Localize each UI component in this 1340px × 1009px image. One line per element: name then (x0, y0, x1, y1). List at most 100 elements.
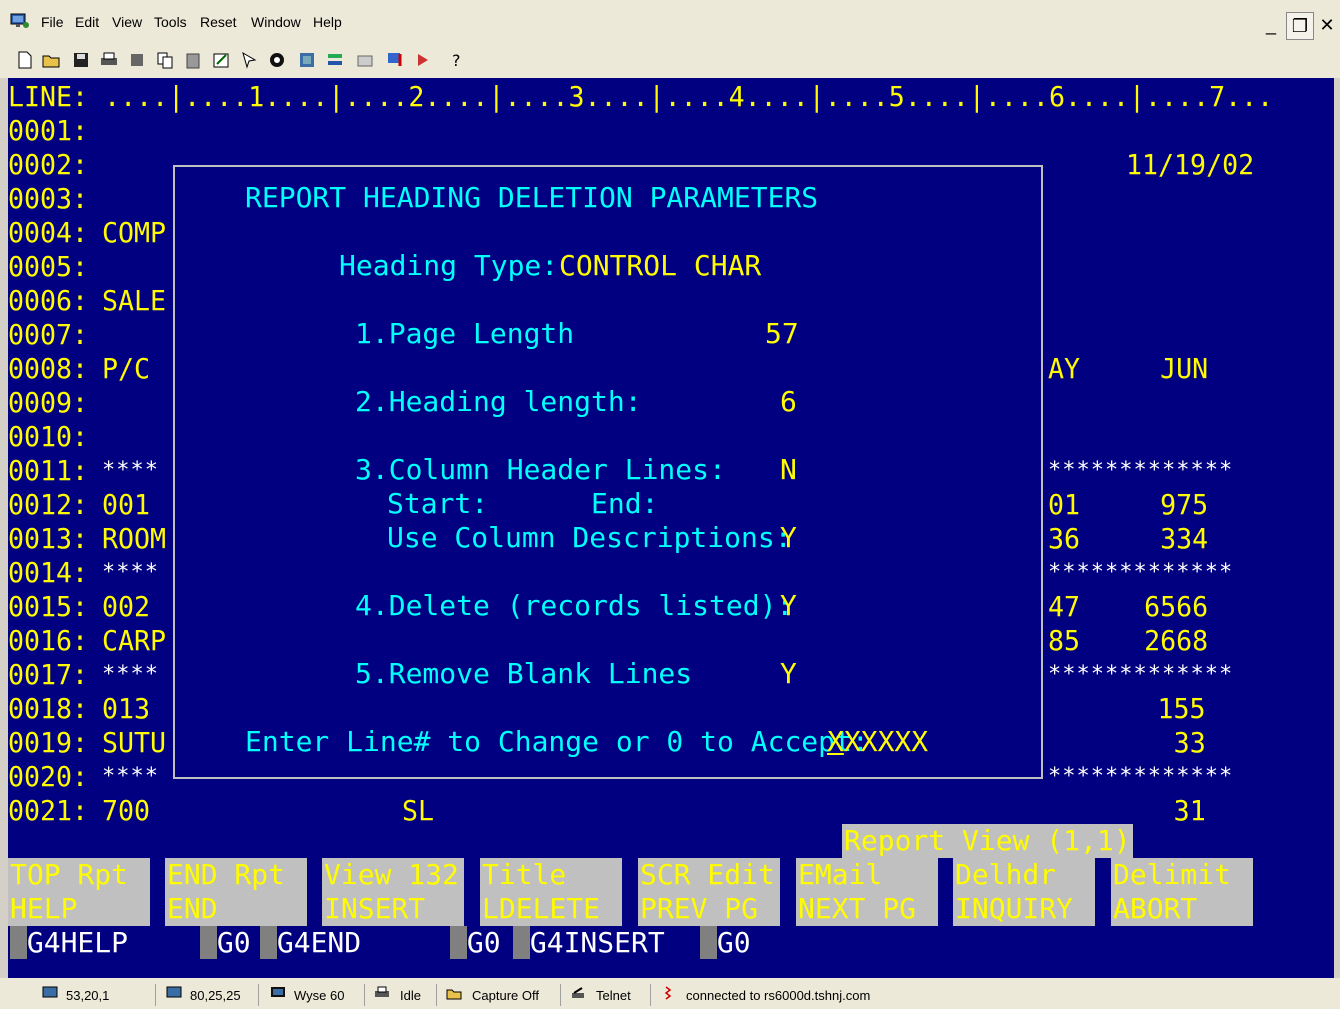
field-label-1[interactable]: 1.Page Length (355, 317, 574, 351)
function-key-top-label: Delhdr (955, 858, 1057, 891)
use-column-descriptions-value[interactable]: Y (780, 521, 797, 555)
line-right-text: 01 975 (1048, 488, 1209, 521)
line-middle-text: SL (402, 794, 435, 827)
run-icon[interactable] (414, 50, 432, 70)
close-button[interactable]: ✕ (1314, 12, 1340, 38)
line-number: 0002: (8, 148, 89, 181)
macro-icon[interactable] (268, 50, 286, 70)
line-right-text: 155 (1157, 692, 1206, 725)
save-icon[interactable] (72, 50, 90, 70)
field-label-3[interactable]: 3.Column Header Lines: (355, 453, 726, 487)
field-label-4[interactable]: 4.Delete (records listed): (355, 589, 793, 623)
line-number-input[interactable]: XXXXXX (827, 725, 928, 759)
start-label: Start: (387, 487, 489, 520)
field-label-2[interactable]: 2.Heading length: (355, 385, 642, 419)
function-key-8[interactable]: Delimit ABORT (1111, 858, 1253, 926)
menu-window[interactable]: Window (251, 14, 301, 30)
line-right-text: AY JUN (1048, 352, 1209, 385)
line-number: 0008: (8, 352, 89, 385)
menu-reset[interactable]: Reset (200, 14, 237, 30)
cursor: X (827, 725, 844, 758)
separator-stars: **** (102, 764, 159, 789)
separator-stars: **** (102, 662, 159, 687)
parameters-dialog: REPORT HEADING DELETION PARAMETERS Headin… (173, 165, 1043, 779)
separator-stars: ************* (1048, 560, 1234, 585)
use-column-descriptions-label: Use Column Descriptions: (387, 521, 792, 554)
key-label: G0 (716, 926, 751, 959)
g0-key[interactable]: G0 (450, 926, 501, 960)
field-label-5[interactable]: 5.Remove Blank Lines (355, 657, 692, 691)
new-icon[interactable] (16, 50, 34, 70)
heading-type-value: CONTROL CHAR (559, 249, 762, 282)
line-right-text: 31 (1173, 794, 1206, 827)
select-icon[interactable] (240, 50, 258, 70)
function-key-2[interactable]: END Rpt END (165, 858, 307, 926)
message-icon[interactable] (386, 50, 404, 70)
menu-view[interactable]: View (112, 14, 142, 30)
open-icon[interactable] (42, 50, 60, 70)
emulation-type: Wyse 60 (294, 988, 345, 1003)
g4insert-key[interactable]: G4INSERT (513, 926, 665, 960)
field-value-5[interactable]: Y (780, 657, 797, 691)
edit-icon[interactable] (212, 50, 230, 70)
line-number: 0015: (8, 590, 89, 623)
line-right-text: 47 6566 (1048, 590, 1209, 623)
line-number: 0013: (8, 522, 89, 555)
function-key-4[interactable]: Title LDELETE (480, 858, 622, 926)
key-label: G0 (216, 926, 251, 959)
copy-icon[interactable] (156, 50, 174, 70)
help-icon[interactable]: ? (448, 50, 466, 70)
function-key-top-label: TOP Rpt (10, 858, 129, 891)
field-value-2[interactable]: 6 (780, 385, 797, 419)
field-value-1[interactable]: 57 (765, 317, 799, 351)
function-key-bottom-label: INQUIRY (955, 892, 1074, 925)
field-value-3[interactable]: N (780, 453, 797, 487)
line-number: 0016: (8, 624, 89, 657)
function-key-bottom-label: INSERT (324, 892, 426, 925)
line-number: 0001: (8, 114, 89, 147)
connect-icon[interactable] (298, 50, 316, 70)
line-number: 0006: (8, 284, 89, 317)
line-left-text: SUTU (102, 726, 167, 759)
keyboard-icon[interactable] (356, 50, 374, 70)
line-left-text: CARP (102, 624, 167, 657)
function-key-top-label: Delimit (1113, 858, 1232, 891)
line-right-text: 36 334 (1048, 522, 1209, 555)
function-key-bottom-label: ABORT (1113, 892, 1198, 925)
line-number: 0020: (8, 760, 89, 793)
status-bar: 53,20,1 80,25,25 Wyse 60 Idle Capture Of… (0, 978, 1340, 1009)
line-number: 0010: (8, 420, 89, 453)
function-key-7[interactable]: Delhdr INQUIRY (953, 858, 1095, 926)
paste-icon[interactable] (184, 50, 202, 70)
line-left-text: SALE (102, 284, 167, 317)
field-value-4[interactable]: Y (780, 589, 797, 623)
vertical-scrollbar[interactable] (1334, 78, 1340, 978)
g4end-key[interactable]: G4END (260, 926, 361, 960)
function-key-1[interactable]: TOP Rpt HELP (8, 858, 150, 926)
line-left-text: 001 (102, 488, 151, 521)
stamp-icon[interactable] (128, 50, 146, 70)
function-key-5[interactable]: SCR Edit PREV PG (638, 858, 780, 926)
menu-file[interactable]: File (41, 14, 64, 30)
telnet-icon (572, 987, 584, 998)
separator-stars: ************* (1048, 662, 1234, 687)
function-key-6[interactable]: EMail NEXT PG (796, 858, 938, 926)
key-shade (700, 926, 717, 959)
line-number: 0011: (8, 454, 89, 487)
print-icon[interactable] (100, 50, 118, 70)
g4help-key[interactable]: G4HELP (10, 926, 128, 960)
restore-button[interactable]: ❐ (1286, 12, 1314, 40)
g0-key[interactable]: G0 (200, 926, 251, 960)
menu-tools[interactable]: Tools (154, 14, 187, 30)
menu-help[interactable]: Help (313, 14, 342, 30)
line-number: 0019: (8, 726, 89, 759)
terminal-screen[interactable]: LINE: ....|....1....|....2....|....3....… (8, 78, 1334, 978)
settings-icon[interactable] (326, 50, 344, 70)
minimize-button[interactable]: _ (1258, 12, 1284, 38)
line-number: 0012: (8, 488, 89, 521)
function-key-3[interactable]: View 132 INSERT (322, 858, 464, 926)
function-key-top-label: SCR Edit (640, 858, 775, 891)
g0-key[interactable]: G0 (700, 926, 751, 960)
menu-edit[interactable]: Edit (75, 14, 99, 30)
function-key-top-label: END Rpt (167, 858, 286, 891)
